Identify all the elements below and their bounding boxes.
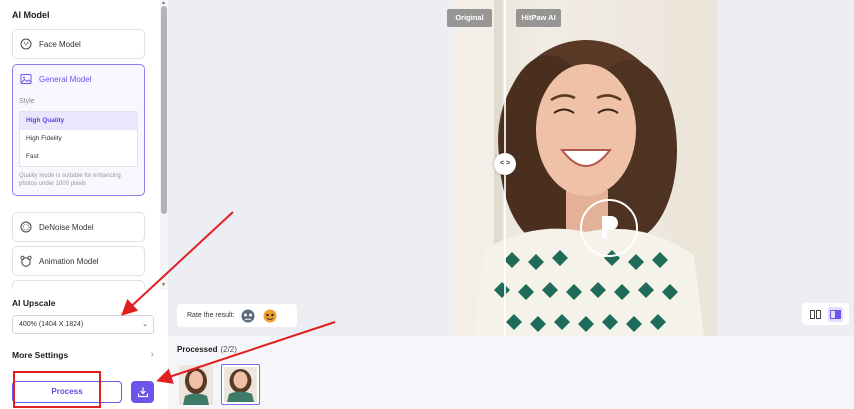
portrait-image [454,0,717,336]
dislike-emoji-icon[interactable] [240,308,256,324]
processed-count: (2/2) [220,345,237,354]
general-model-label: General Model [39,74,92,84]
face-model-label: Face Model [39,39,81,49]
thumbnail-1[interactable] [179,365,213,405]
style-option-high-fidelity[interactable]: High Fidelity [20,130,137,148]
rate-result-box: Rate the result: [177,304,297,327]
animation-icon [20,255,32,267]
split-view-icon [810,309,822,319]
side-by-side-view-button[interactable] [808,307,823,322]
upscale-value: 400% (1404 X 1824) [19,321,84,328]
compare-view-icon [829,309,841,319]
face-model-option[interactable]: Face Model [12,29,145,59]
denoise-model-label: DeNoise Model [39,222,94,232]
left-sidebar: AI Model Face Model General Model Style … [0,0,168,409]
face-icon [20,38,32,50]
processed-strip [168,336,854,409]
next-model-option[interactable] [12,280,145,289]
ai-model-title: AI Model [12,10,50,20]
style-label: Style [19,98,35,105]
denoise-icon [20,221,32,233]
compare-handle[interactable]: < > [494,153,516,175]
hitpaw-ai-tag: HitPaw AI [516,9,561,27]
chevron-down-icon: ⌄ [142,321,148,328]
chevron-right-icon: › [150,349,154,360]
download-icon [137,387,148,398]
image-icon [20,73,32,85]
thumbnail-2-selected[interactable] [221,364,260,405]
animation-model-option[interactable]: Animation Model [12,246,145,276]
model-scroll-panel[interactable]: Face Model General Model Style High Qual… [0,26,160,289]
scrollbar-thumb[interactable] [161,6,167,214]
original-tag: Original [447,9,492,27]
more-settings-label: More Settings [12,350,69,360]
more-settings-row[interactable]: More Settings › [12,349,154,362]
preview-photo [454,0,717,336]
rate-label: Rate the result: [187,312,235,319]
denoise-model-option[interactable]: DeNoise Model [12,212,145,242]
ai-upscale-title: AI Upscale [12,298,56,308]
quality-note: Quality mode is suitable for enhancing p… [19,173,121,188]
download-button[interactable] [131,381,154,403]
process-highlight-box [13,371,101,408]
style-list: High Quality High Fidelity Fast [19,111,138,167]
animation-model-label: Animation Model [39,256,99,266]
like-emoji-icon[interactable] [262,308,278,324]
scroll-down-icon[interactable]: ▼ [161,282,166,288]
processed-title: Processed [177,345,218,354]
upscale-select[interactable]: 400% (1404 X 1824) ⌄ [12,315,154,334]
slider-compare-view-button[interactable] [827,306,843,322]
style-option-fast[interactable]: Fast [20,148,137,166]
view-toggle [802,303,849,325]
style-option-high-quality[interactable]: High Quality [20,112,137,130]
general-model-option[interactable]: General Model Style High Quality High Fi… [12,64,145,196]
processed-label: Processed (2/2) [177,345,237,354]
